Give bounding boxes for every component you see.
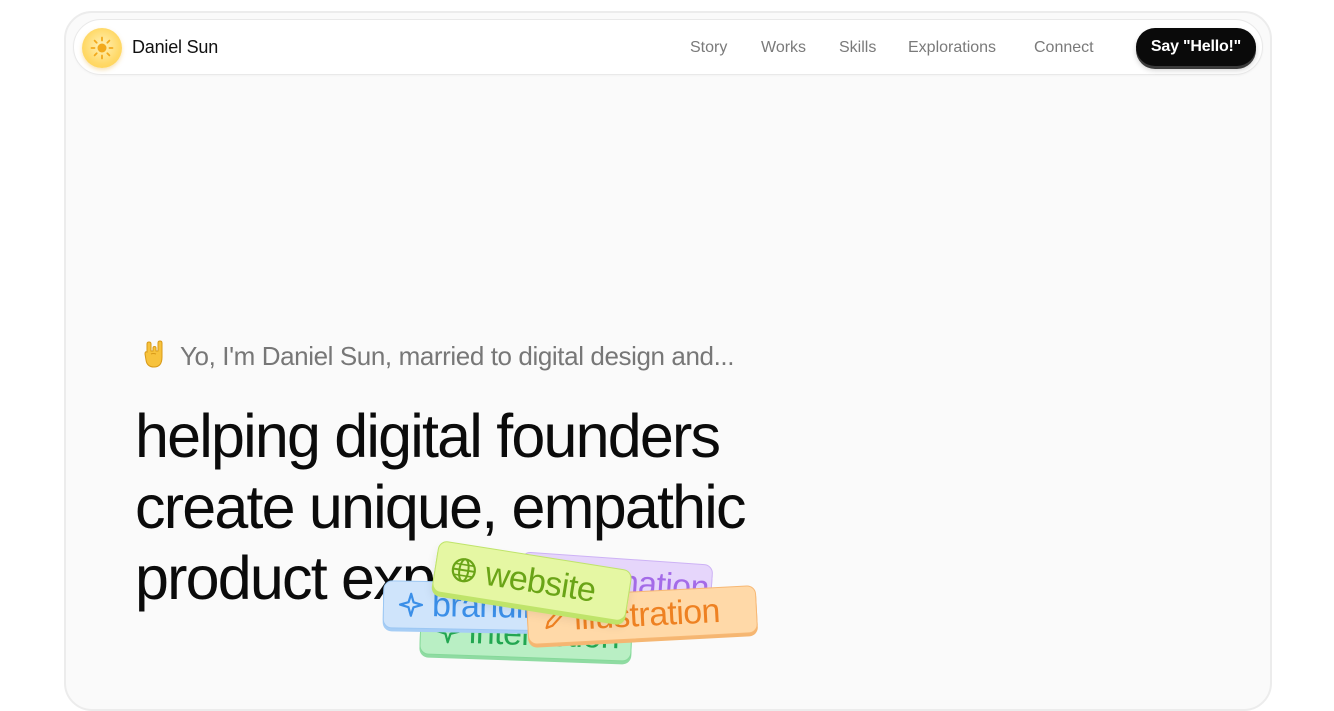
chip-label: website — [482, 554, 599, 610]
headline-line: create unique, empathic — [135, 473, 746, 541]
sun-icon[interactable] — [82, 28, 122, 68]
nav-link-works[interactable]: Works — [761, 39, 806, 57]
rock-on-hand-icon — [140, 340, 170, 370]
globe-icon — [451, 558, 476, 583]
hero-intro-text: Yo, I'm Daniel Sun, married to digital d… — [180, 341, 735, 371]
hero-intro: Yo, I'm Daniel Sun, married to digital d… — [140, 340, 734, 372]
nav-link-explorations[interactable]: Explorations — [908, 39, 996, 57]
headline-line: helping digital founders — [135, 402, 721, 470]
brand-name[interactable]: Daniel Sun — [132, 37, 218, 58]
say-hello-button[interactable]: Say "Hello!" — [1136, 28, 1256, 66]
nav-link-connect[interactable]: Connect — [1034, 39, 1094, 57]
nav-link-story[interactable]: Story — [690, 39, 727, 57]
nav-link-skills[interactable]: Skills — [839, 39, 876, 57]
top-navbar: Daniel Sun Story Works Skills Exploratio… — [73, 19, 1263, 75]
sparkle-icon — [398, 592, 424, 617]
